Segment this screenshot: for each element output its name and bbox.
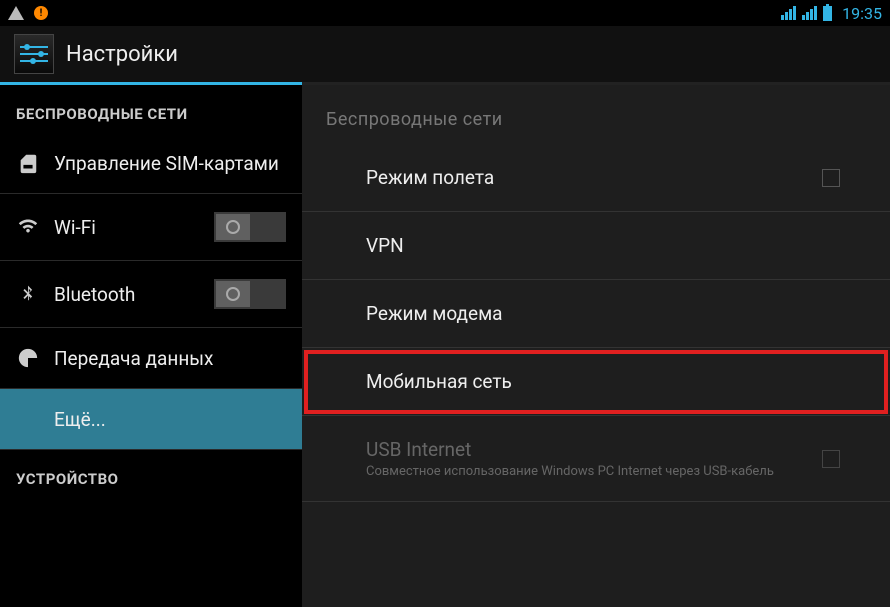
content-item-label: Режим модема <box>366 302 503 325</box>
settings-icon <box>14 34 54 74</box>
section-header-wireless: БЕСПРОВОДНЫЕ СЕТИ <box>0 85 302 133</box>
content-item-mobile-network[interactable]: Мобильная сеть <box>302 348 890 416</box>
clock: 19:35 <box>842 4 882 23</box>
bluetooth-icon <box>16 282 40 306</box>
warning-icon <box>8 6 24 20</box>
sidebar-item-bluetooth[interactable]: Bluetooth <box>0 261 302 328</box>
content-item-label: Режим полета <box>366 166 494 189</box>
signal-icon <box>802 6 817 20</box>
usb-internet-checkbox <box>822 450 840 468</box>
content-item-airplane[interactable]: Режим полета <box>302 144 890 212</box>
sim-card-icon <box>16 151 40 175</box>
content-section-header: Беспроводные сети <box>302 85 890 144</box>
sidebar-item-label: Ещё... <box>54 408 286 431</box>
wifi-icon <box>16 215 40 239</box>
content-item-tethering[interactable]: Режим модема <box>302 280 890 348</box>
app-header: Настройки <box>0 26 890 82</box>
data-usage-icon <box>16 346 40 370</box>
sidebar-item-wifi[interactable]: Wi-Fi <box>0 194 302 261</box>
status-bar[interactable]: ! 19:35 <box>0 0 890 26</box>
sidebar-item-label: Управление SIM-картами <box>54 152 286 175</box>
settings-sidebar: БЕСПРОВОДНЫЕ СЕТИ Управление SIM-картами… <box>0 85 302 607</box>
content-item-usb-internet: USB Internet Совместное использование Wi… <box>302 416 890 502</box>
settings-content: Беспроводные сети Режим полета VPN Режим… <box>302 85 890 607</box>
content-item-label: VPN <box>366 234 404 257</box>
sidebar-item-label: Передача данных <box>54 347 286 370</box>
wifi-toggle[interactable] <box>214 212 286 242</box>
sidebar-item-more[interactable]: Ещё... <box>0 389 302 450</box>
battery-icon <box>823 6 832 21</box>
content-item-sublabel: Совместное использование Windows PC Inte… <box>366 464 774 479</box>
airplane-checkbox[interactable] <box>822 169 840 187</box>
bluetooth-toggle[interactable] <box>214 279 286 309</box>
sidebar-item-data-usage[interactable]: Передача данных <box>0 328 302 389</box>
alert-icon: ! <box>34 6 48 20</box>
sidebar-item-label: Bluetooth <box>54 283 200 306</box>
content-item-label: Мобильная сеть <box>366 370 512 393</box>
page-title: Настройки <box>66 42 178 67</box>
sidebar-item-sim[interactable]: Управление SIM-картами <box>0 133 302 194</box>
signal-icon <box>781 6 796 20</box>
content-item-label: USB Internet <box>366 438 774 461</box>
section-header-device: УСТРОЙСТВО <box>0 450 302 498</box>
blank-icon <box>16 407 40 431</box>
content-item-vpn[interactable]: VPN <box>302 212 890 280</box>
sidebar-item-label: Wi-Fi <box>54 216 200 239</box>
